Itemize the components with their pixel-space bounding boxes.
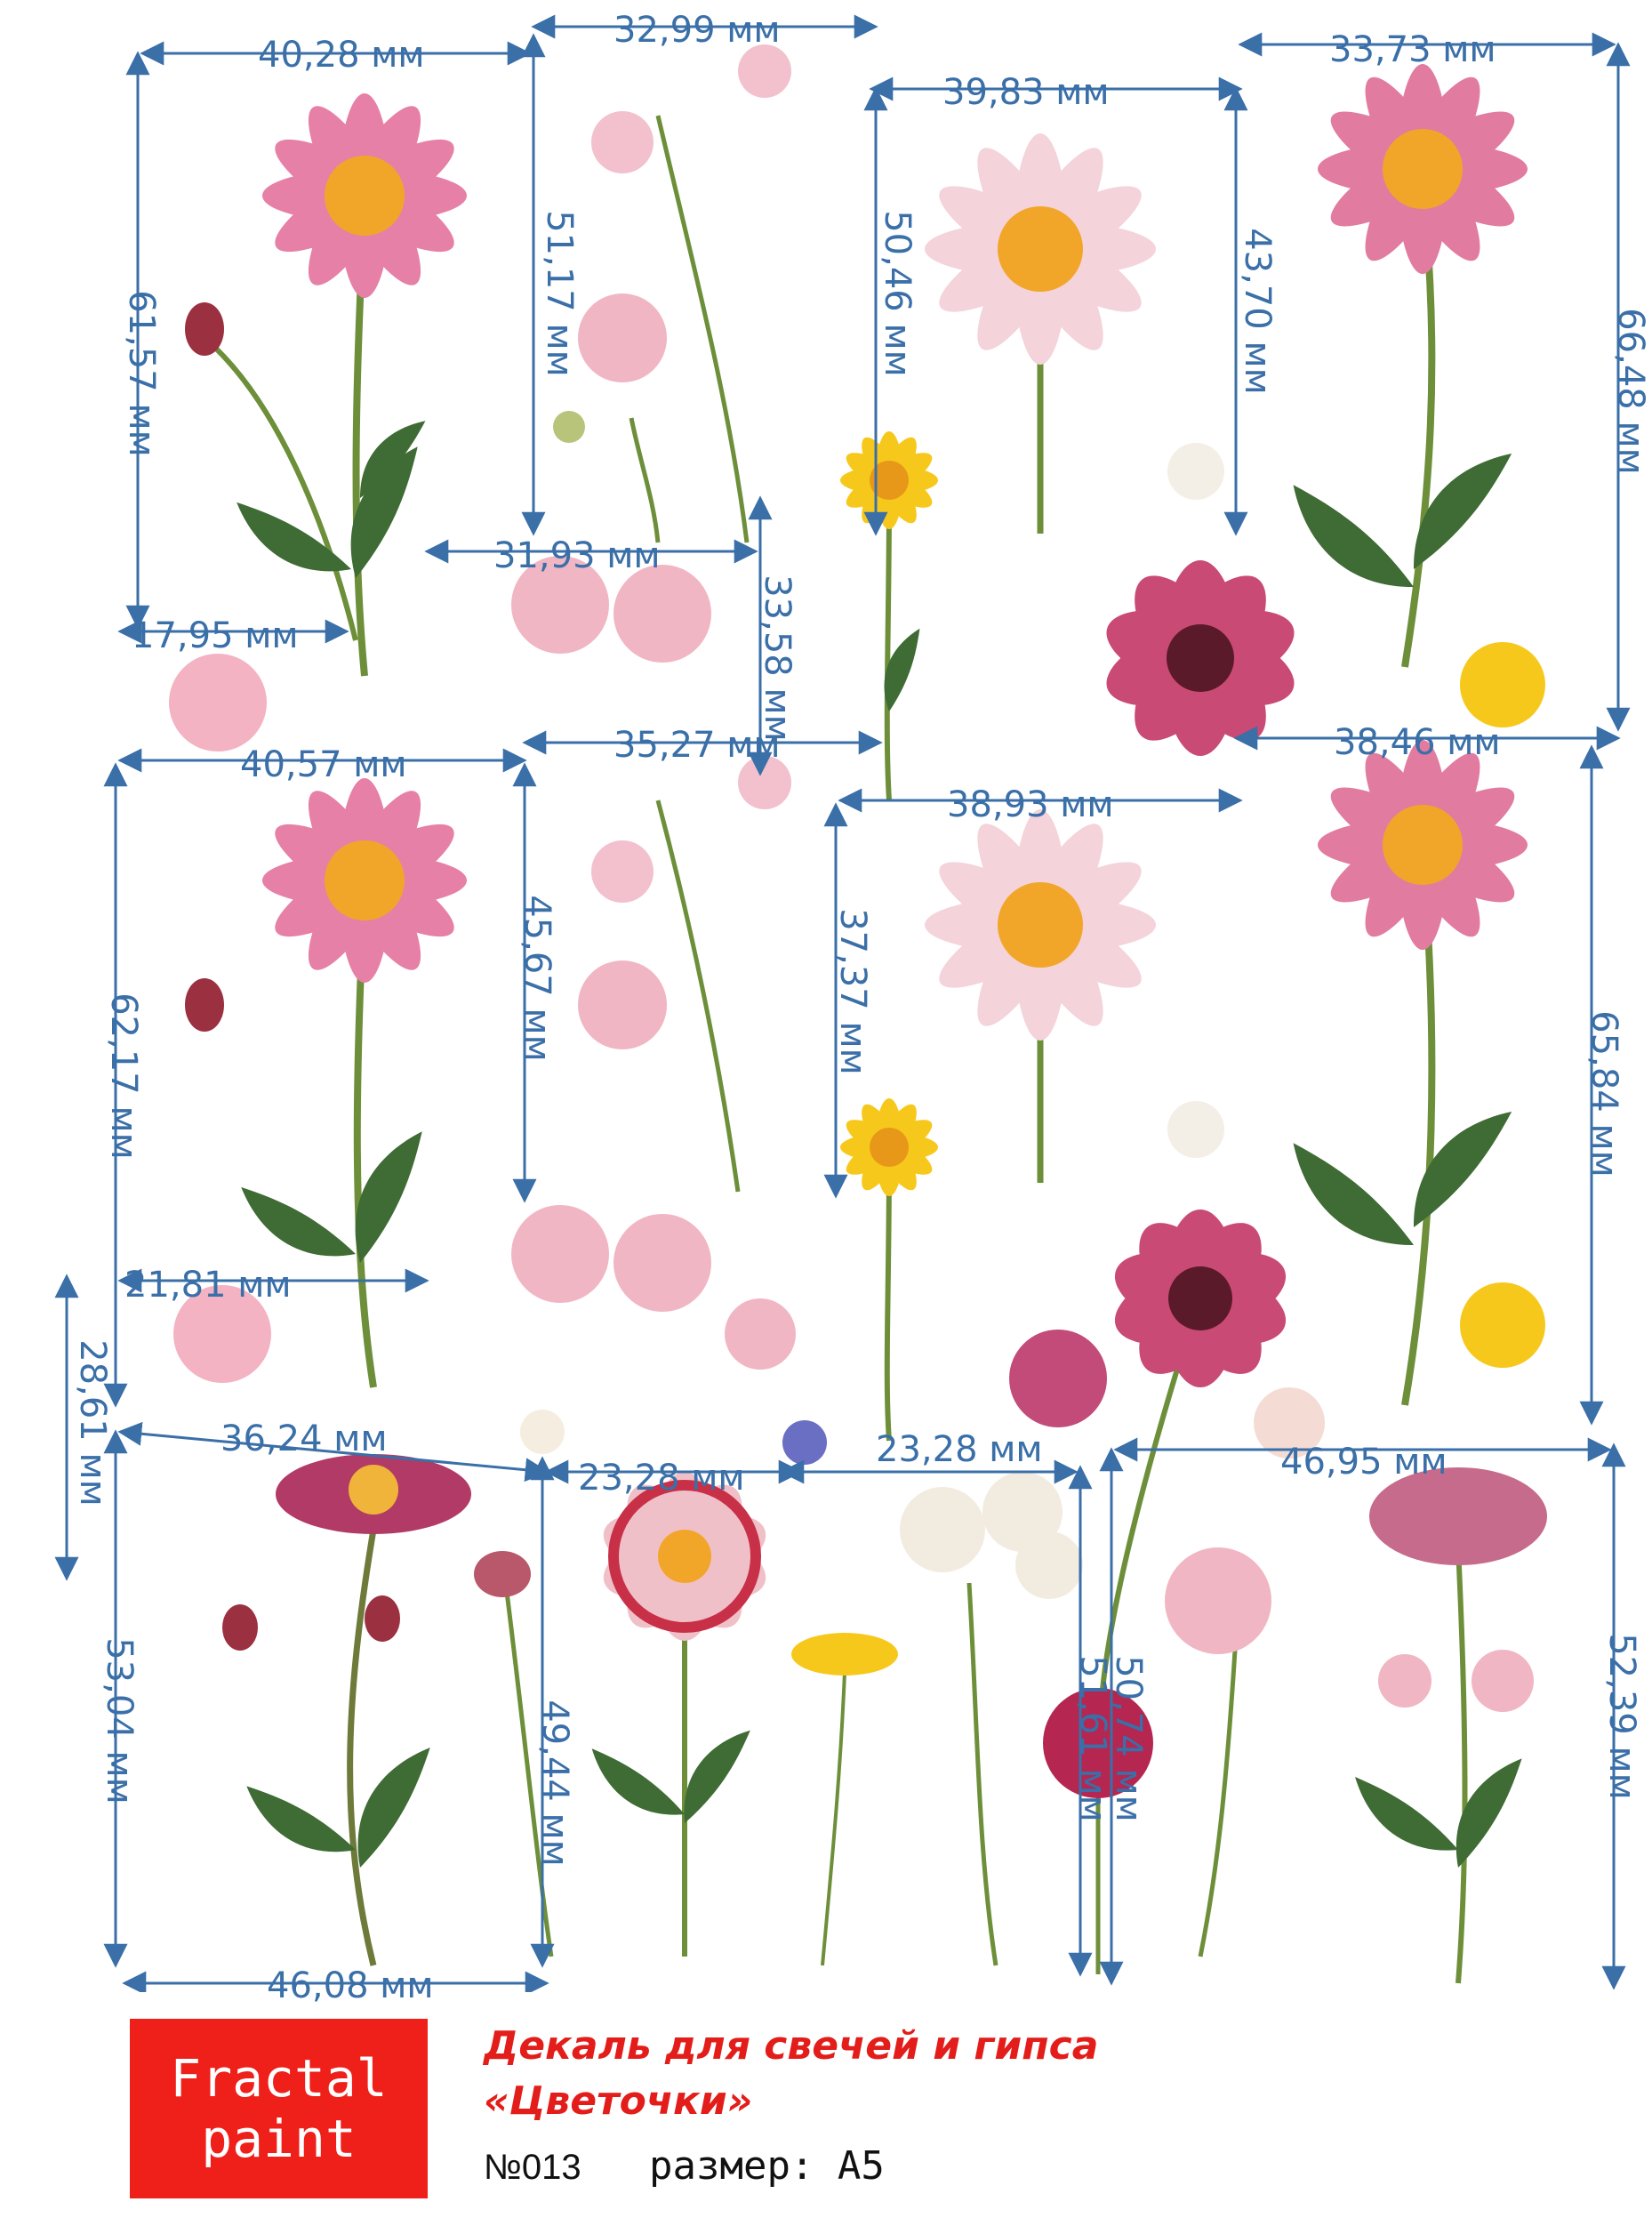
dimension-label: 66,48 мм [1609,308,1651,475]
dimension-label: 51,17 мм [538,210,580,377]
dimension-label: 23,28 мм [578,1458,745,1499]
blue-blossom [782,1420,827,1465]
dimension-label: 53,04 мм [98,1637,140,1804]
dimension-label: 51,61 мм [1071,1655,1113,1822]
pink-cluster [613,1214,711,1312]
yellow-blossom [1460,642,1545,727]
magenta-chrysanthemum-flower [222,1454,471,1966]
dimension-label: 21,81 мм [124,1265,292,1306]
pink-cluster [511,1205,609,1303]
dimension-label: 38,46 мм [1334,722,1501,763]
dimension-label: 33,73 мм [1329,29,1496,70]
dimension-label: 52,39 мм [1600,1633,1642,1800]
white-pink-daisy-flower [925,809,1156,1183]
white-blossom [1167,1101,1224,1158]
dimension-label: 23,28 мм [876,1429,1043,1470]
dimension-label: 50,46 мм [876,210,918,377]
pink-blossom [169,654,267,751]
dimension-label: 33,58 мм [756,575,798,742]
product-number: №013 [484,2148,581,2187]
pink-cluster [725,1298,796,1370]
dimension-label: 38,93 мм [947,784,1114,825]
product-size: размер: А5 [649,2143,885,2189]
red-white-cosmos-flower [582,1472,766,1957]
dimension-label: 36,24 мм [221,1418,388,1459]
white-blossom [1167,443,1224,500]
yellow-small-flower [791,1633,898,1966]
logo-line-1: Fractal [170,2048,388,2109]
dimension-label: 49,44 мм [533,1700,575,1867]
brand-logo: Fractal paint [130,2019,428,2198]
yellow-blossom [1460,1282,1545,1368]
dimension-label: 40,28 мм [258,35,425,76]
pink-sprig-flower [578,756,791,1193]
dimension-label: 46,08 мм [267,1965,434,2006]
dimension-label: 39,83 мм [942,72,1110,113]
dimension-label: 32,99 мм [613,10,781,51]
dimension-label: 45,67 мм [516,895,557,1062]
dimension-label: 37,37 мм [831,908,873,1075]
dimension-label: 28,61 мм [71,1339,113,1507]
pink-daisy-flower [185,93,467,677]
mauve-peony-flower [1344,1467,1547,1984]
yellow-daisy-flower [840,1098,938,1442]
dimension-label: 65,84 мм [1583,1010,1624,1177]
dimension-label: 43,70 мм [1236,228,1278,395]
dimension-label: 35,27 мм [613,725,781,766]
magenta-cosmos-flower [1106,560,1295,756]
pink-cluster [613,565,711,663]
logo-line-2: paint [201,2109,357,2169]
dimension-label: 31,93 мм [493,535,661,576]
pink-sprig-flower [553,44,791,543]
yellow-daisy-flower [840,431,938,801]
dimension-label: 40,57 мм [240,744,407,785]
dimension-label: 17,95 мм [132,615,299,656]
product-title: Декаль для свечей и гипса [484,2023,1099,2069]
pink-daisy-flower [1279,64,1529,668]
white-blossom [520,1410,565,1454]
product-subtitle: «Цветочки» [484,2078,753,2124]
dimension-label: 50,74 мм [1107,1655,1149,1822]
dimension-label: 46,95 мм [1280,1442,1448,1483]
dimension-label: 61,57 мм [120,290,162,457]
white-pink-daisy-flower [925,133,1156,534]
decal-sheet [54,14,1631,1992]
dimension-label: 62,17 мм [102,992,144,1160]
